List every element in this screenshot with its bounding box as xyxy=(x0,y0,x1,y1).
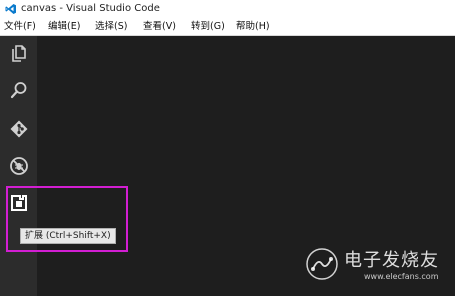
menu-help[interactable]: 帮助(H) xyxy=(236,18,270,35)
vscode-window: canvas - Visual Studio Code 文件(F) 编辑(E) … xyxy=(0,0,455,296)
menu-view[interactable]: 查看(V) xyxy=(143,18,176,35)
search-icon[interactable] xyxy=(9,80,29,100)
menu-file[interactable]: 文件(F) xyxy=(4,18,36,35)
files-icon[interactable] xyxy=(9,43,29,63)
watermark-url: www.elecfans.com xyxy=(364,272,439,281)
menu-goto[interactable]: 转到(G) xyxy=(191,18,225,35)
extensions-tooltip: 扩展 (Ctrl+Shift+X) xyxy=(20,228,116,244)
debug-no-bug-icon[interactable] xyxy=(9,156,29,176)
activity-bar xyxy=(0,36,37,296)
menu-selection[interactable]: 选择(S) xyxy=(95,18,127,35)
menu-edit[interactable]: 编辑(E) xyxy=(48,18,80,35)
menu-bar: 文件(F) 编辑(E) 选择(S) 查看(V) 转到(G) 帮助(H) xyxy=(0,18,455,36)
watermark: 电子发烧友 www.elecfans.com xyxy=(304,242,444,290)
git-icon[interactable] xyxy=(9,119,29,139)
watermark-brand: 电子发烧友 xyxy=(344,250,439,271)
extensions-icon[interactable] xyxy=(9,193,29,213)
window-title: canvas - Visual Studio Code xyxy=(21,3,160,14)
vscode-logo-icon xyxy=(5,3,17,15)
title-bar: canvas - Visual Studio Code xyxy=(0,0,455,18)
elecfans-logo-icon xyxy=(306,248,338,280)
